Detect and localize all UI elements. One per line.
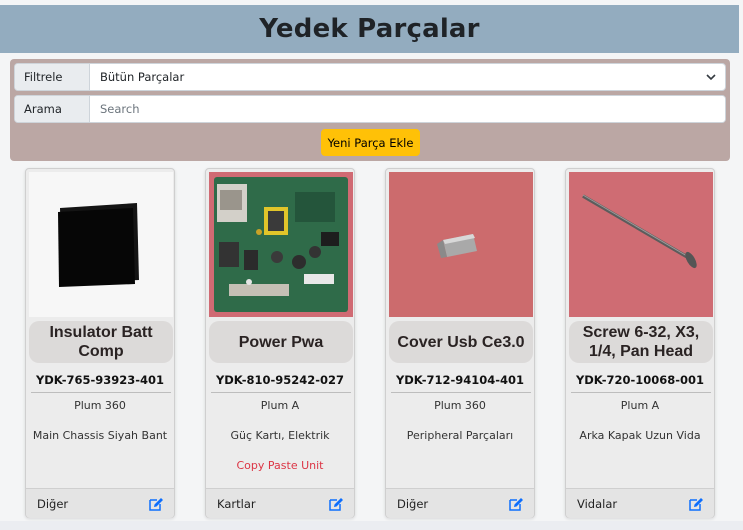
part-description: Main Chassis Siyah Bant xyxy=(32,429,168,442)
part-model: Plum A xyxy=(620,399,660,412)
card-footer: Diğer xyxy=(386,488,534,518)
part-category: Diğer xyxy=(37,497,69,511)
part-title: Power Pwa xyxy=(209,321,353,363)
part-card[interactable]: Screw 6-32, X3, 1/4, Pan Head YDK-720-10… xyxy=(565,168,715,518)
part-category: Kartlar xyxy=(217,497,256,511)
search-group: Arama xyxy=(14,95,726,123)
part-image[interactable] xyxy=(209,172,353,317)
part-code: YDK-712-94104-401 xyxy=(395,373,525,387)
filter-select[interactable]: Bütün Parçalar xyxy=(90,64,725,90)
divider xyxy=(211,392,351,393)
part-category: Diğer xyxy=(397,497,429,511)
bottom-strip xyxy=(0,521,743,530)
part-image[interactable] xyxy=(29,172,173,317)
edit-icon[interactable] xyxy=(688,496,704,512)
filter-selected-value: Bütün Parçalar xyxy=(100,70,185,84)
filter-label: Filtrele xyxy=(15,64,90,90)
part-code: YDK-810-95242-027 xyxy=(215,373,345,387)
divider xyxy=(31,392,171,393)
card-footer: Vidalar xyxy=(566,488,714,518)
divider xyxy=(571,392,711,393)
page-title: Yedek Parçalar xyxy=(259,14,480,44)
page: Yedek Parçalar Filtrele Bütün Parçalar A… xyxy=(0,0,743,530)
card-footer: Diğer xyxy=(26,488,174,518)
filter-group: Filtrele Bütün Parçalar xyxy=(14,63,726,91)
part-description: Arka Kapak Uzun Vida xyxy=(579,429,701,442)
divider xyxy=(391,392,531,393)
part-model: Plum 360 xyxy=(74,399,126,412)
filter-panel: Filtrele Bütün Parçalar Arama Yeni Parça… xyxy=(10,59,730,161)
part-card[interactable]: Cover Usb Ce3.0 YDK-712-94104-401 Plum 3… xyxy=(385,168,535,518)
part-description: Güç Kartı, Elektrik xyxy=(230,429,330,442)
part-model: Plum A xyxy=(260,399,300,412)
part-title: Screw 6-32, X3, 1/4, Pan Head xyxy=(569,321,713,363)
search-input[interactable] xyxy=(90,96,725,122)
edit-icon[interactable] xyxy=(148,496,164,512)
part-card[interactable]: Insulator Batt Comp YDK-765-93923-401 Pl… xyxy=(25,168,175,518)
part-card[interactable]: Power Pwa YDK-810-95242-027 Plum A Güç K… xyxy=(205,168,355,518)
part-note: Copy Paste Unit xyxy=(236,459,324,472)
edit-icon[interactable] xyxy=(508,496,524,512)
add-part-button[interactable]: Yeni Parça Ekle xyxy=(321,129,420,156)
search-label: Arama xyxy=(15,96,90,122)
part-code: YDK-765-93923-401 xyxy=(35,373,165,387)
part-image[interactable] xyxy=(389,172,533,317)
part-title: Cover Usb Ce3.0 xyxy=(389,321,533,363)
page-header: Yedek Parçalar xyxy=(0,5,739,53)
part-model: Plum 360 xyxy=(434,399,486,412)
card-footer: Kartlar xyxy=(206,488,354,518)
part-image[interactable] xyxy=(569,172,713,317)
chevron-down-icon xyxy=(706,74,716,81)
edit-icon[interactable] xyxy=(328,496,344,512)
part-code: YDK-720-10068-001 xyxy=(575,373,705,387)
part-title: Insulator Batt Comp xyxy=(29,321,173,363)
part-description: Peripheral Parçaları xyxy=(406,429,514,442)
part-category: Vidalar xyxy=(577,497,618,511)
